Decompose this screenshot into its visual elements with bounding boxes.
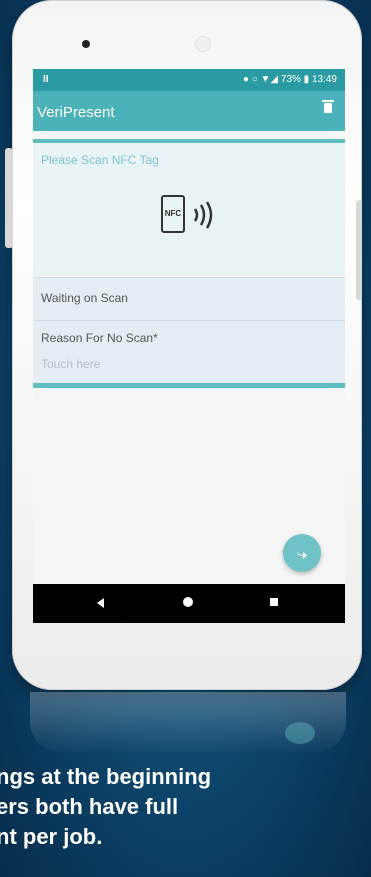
app-bar: VeriPresent [33,91,345,131]
proximity-sensor [195,36,211,52]
recent-apps-icon[interactable] [270,598,278,606]
caption-line-2: ers both have full [0,794,179,819]
scan-nfc-card[interactable]: Please Scan NFC Tag NFC [33,143,345,275]
status-indicators: ● ○ ▼◢ 73% ▮ 13:49 [242,74,337,85]
scan-status-label: Waiting on Scan [41,291,128,305]
section-divider-bottom [33,383,345,388]
phone-screen: II ● ○ ▼◢ 73% ▮ 13:49 VeriPresent Please… [33,69,345,623]
trash-icon[interactable] [322,100,334,113]
phone-reflection [30,692,346,752]
power-button [356,200,362,300]
nfc-phone-icon: NFC [161,195,185,233]
forward-arrow-icon [297,551,307,559]
reason-no-scan-field[interactable]: Reason For No Scan* Touch here [33,321,345,383]
pause-icon: II [43,74,49,85]
nfc-icon-text: NFC [164,209,182,218]
volume-button [5,148,13,248]
app-title: VeriPresent [37,104,115,121]
reason-label: Reason For No Scan* [41,331,158,345]
front-camera [82,40,90,48]
next-fab-button[interactable] [283,534,321,572]
status-bar: II ● ○ ▼◢ 73% ▮ 13:49 [33,69,345,91]
back-icon[interactable] [97,598,104,608]
android-nav-bar [33,584,345,623]
scan-status-card: Waiting on Scan [33,277,345,321]
nfc-waves-icon [193,201,213,229]
reason-input[interactable]: Touch here [41,357,100,371]
caption-line-3: nt per job. [0,824,103,849]
reflection-fab [285,722,315,744]
caption-line-1: ngs at the beginning [0,764,212,789]
home-icon[interactable] [183,597,193,607]
scan-nfc-label: Please Scan NFC Tag [41,153,159,167]
